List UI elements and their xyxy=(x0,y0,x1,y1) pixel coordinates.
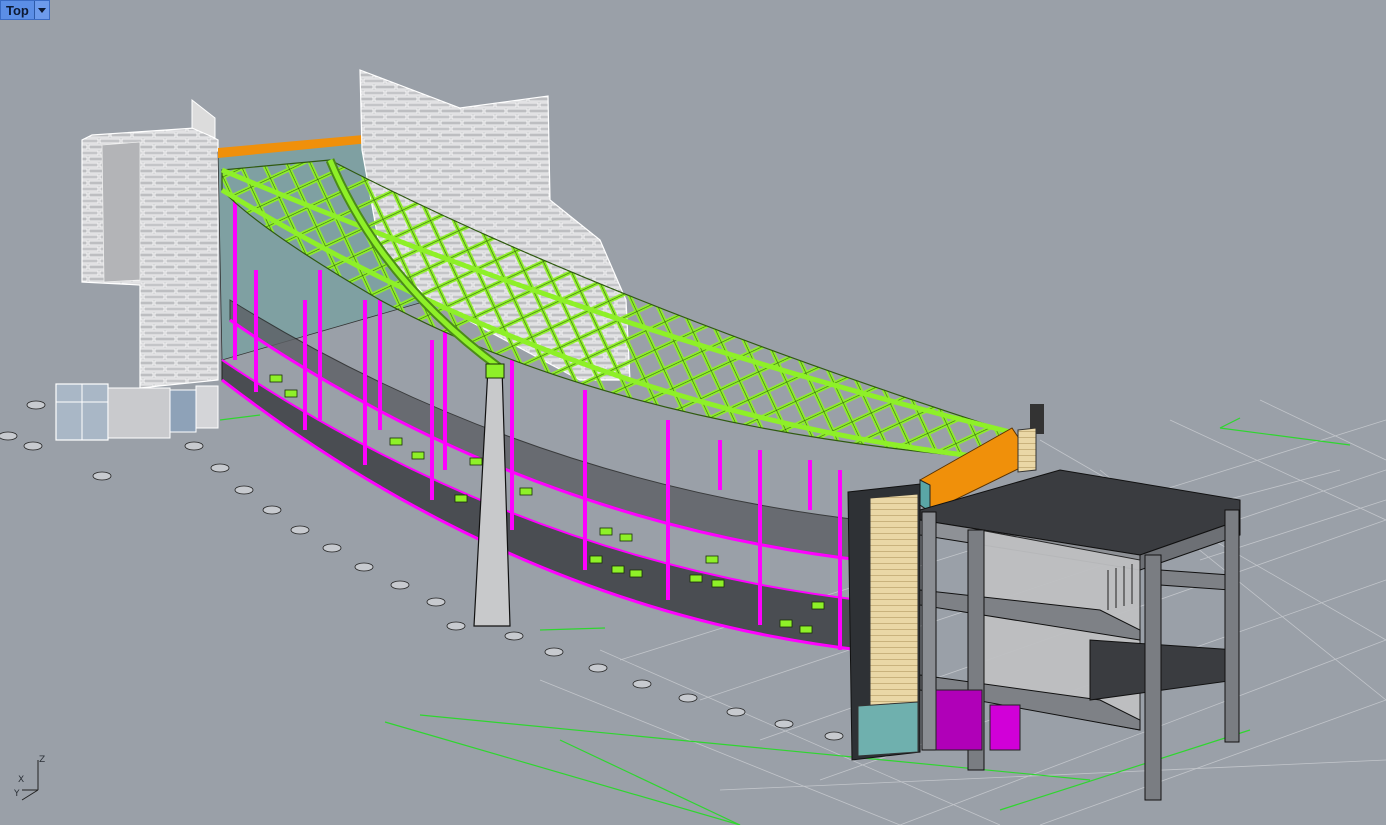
axis-z-label: Z xyxy=(39,755,45,765)
left-stone-tower xyxy=(81,98,219,389)
chevron-down-icon xyxy=(37,7,46,13)
perspective-viewport[interactable]: Z Y X Top xyxy=(0,0,1386,825)
viewport-title[interactable]: Top xyxy=(1,1,34,19)
axis-x-label: X xyxy=(18,775,24,785)
axis-widget: Z Y X xyxy=(13,755,45,801)
right-frame-building xyxy=(919,469,1241,801)
viewport-title-tab[interactable]: Top xyxy=(0,0,50,20)
axis-y-label: Y xyxy=(13,789,20,799)
viewport-menu-button[interactable] xyxy=(33,1,49,19)
model-canvas[interactable]: Z Y X xyxy=(0,0,1386,825)
left-storefront xyxy=(55,383,219,441)
central-column xyxy=(473,363,511,627)
